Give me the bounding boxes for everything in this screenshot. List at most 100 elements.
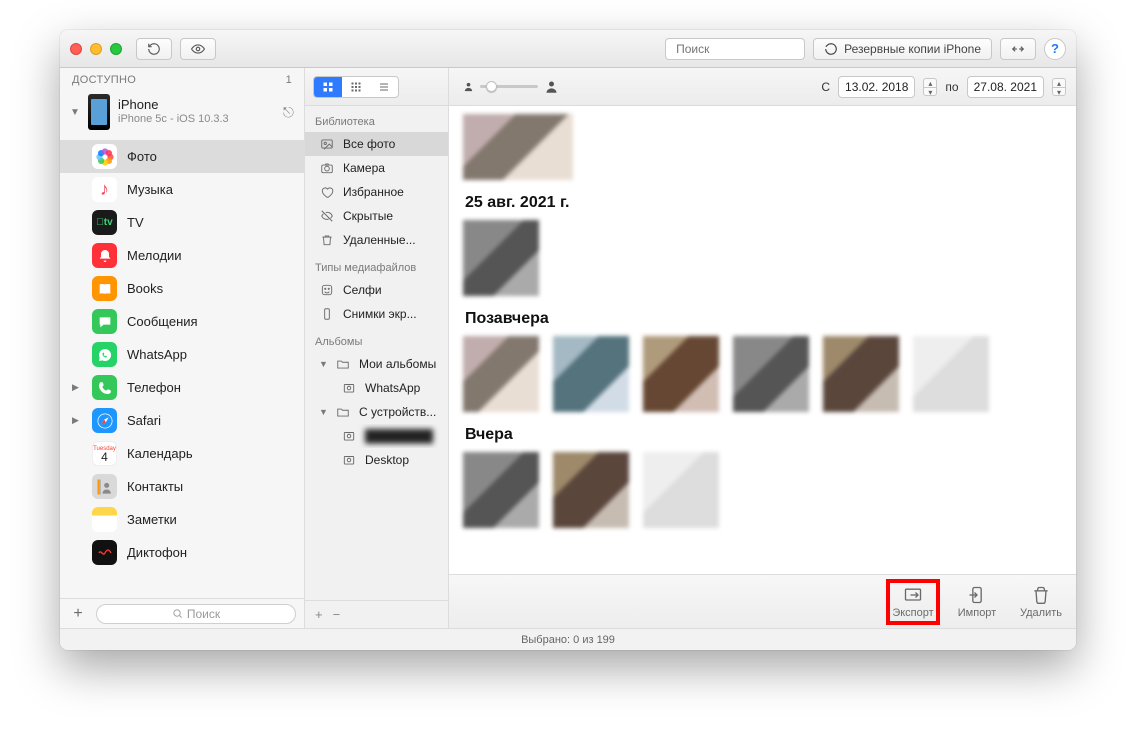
add-album-button[interactable]: + <box>315 607 323 622</box>
photo-gallery[interactable]: 25 авг. 2021 г.ПозавчераВчера <box>449 106 1076 574</box>
small-grid-view-icon[interactable] <box>342 77 370 97</box>
library-item[interactable]: Удаленные... <box>305 228 448 252</box>
transfer-button[interactable] <box>1000 38 1036 60</box>
person-large-icon <box>544 79 559 94</box>
trash-icon <box>1030 585 1052 605</box>
safari-icon <box>92 408 117 433</box>
remove-album-button[interactable]: − <box>333 607 341 622</box>
album-folder-label: С устройств... <box>359 405 436 419</box>
library-footer: + − <box>305 600 448 628</box>
sidebar-item-whatsapp[interactable]: WhatsApp <box>60 338 304 371</box>
album-item[interactable]: WhatsApp <box>305 376 448 400</box>
close-icon[interactable] <box>70 43 82 55</box>
album-icon <box>341 453 357 467</box>
photo-icon <box>319 137 335 151</box>
library-item[interactable]: Снимки экр... <box>305 302 448 326</box>
device-name: iPhone <box>118 98 275 112</box>
window-controls <box>70 43 122 55</box>
search-field[interactable] <box>665 38 805 60</box>
tv-icon: tv <box>92 210 117 235</box>
refresh-button[interactable] <box>136 38 172 60</box>
backups-button[interactable]: Резервные копии iPhone <box>813 38 992 60</box>
date-to-field[interactable]: 27.08. 2021 <box>967 76 1044 98</box>
photo-thumbnail[interactable] <box>823 336 899 412</box>
photo-thumbnail[interactable] <box>733 336 809 412</box>
voicememo-icon <box>92 540 117 565</box>
date-from-stepper[interactable]: ▴▾ <box>923 78 937 96</box>
search-input[interactable] <box>676 42 831 56</box>
date-to-stepper[interactable]: ▴▾ <box>1052 78 1066 96</box>
album-item[interactable]: ████████ <box>305 424 448 448</box>
sidebar-item-label: Safari <box>127 413 161 428</box>
library-item[interactable]: Скрытые <box>305 204 448 228</box>
library-item[interactable]: Селфи <box>305 278 448 302</box>
import-button[interactable]: Импорт <box>954 585 1000 619</box>
photo-thumbnail[interactable] <box>463 336 539 412</box>
slider-track[interactable] <box>480 85 538 88</box>
add-button[interactable]: + <box>68 605 88 623</box>
sidebar-item-safari[interactable]: ▶Safari <box>60 404 304 437</box>
album-item-label: WhatsApp <box>365 381 420 395</box>
view-mode-segment[interactable] <box>313 76 399 98</box>
sidebar-item-ringtones[interactable]: Мелодии <box>60 239 304 272</box>
content-area: С 13.02. 2018 ▴▾ по 27.08. 2021 ▴▾ 25 ав… <box>449 68 1076 628</box>
help-button[interactable]: ? <box>1044 38 1066 60</box>
sidebar-item-photos[interactable]: Фото <box>60 140 304 173</box>
sidebar-item-voicememo[interactable]: Диктофон <box>60 536 304 569</box>
date-from-field[interactable]: 13.02. 2018 <box>838 76 915 98</box>
photo-thumbnail[interactable] <box>463 220 539 296</box>
library-item-label: Удаленные... <box>343 233 416 247</box>
photo-thumbnail[interactable] <box>553 336 629 412</box>
sidebar-item-tv[interactable]: tvTV <box>60 206 304 239</box>
sidebar-item-label: Фото <box>127 149 157 164</box>
photo-thumbnail[interactable] <box>643 336 719 412</box>
album-item[interactable]: Desktop <box>305 448 448 472</box>
photo-thumbnail[interactable] <box>463 114 573 180</box>
photo-thumbnail[interactable] <box>913 336 989 412</box>
books-icon <box>92 276 117 301</box>
export-button[interactable]: Экспорт <box>890 583 936 621</box>
whatsapp-icon <box>92 342 117 367</box>
chevron-down-icon: ▼ <box>319 407 327 417</box>
zoom-slider[interactable] <box>463 79 559 94</box>
sidebar-item-phone[interactable]: ▶Телефон <box>60 371 304 404</box>
sidebar-item-contacts[interactable]: Контакты <box>60 470 304 503</box>
sidebar-item-messages[interactable]: Сообщения <box>60 305 304 338</box>
app-window: Резервные копии iPhone ? ДОСТУПНО 1 ▼ iP… <box>60 30 1076 650</box>
ringtones-icon <box>92 243 117 268</box>
minimize-icon[interactable] <box>90 43 102 55</box>
photo-thumbnail[interactable] <box>643 452 719 528</box>
thumbnail-row <box>463 220 1062 296</box>
library-item-label: Снимки экр... <box>343 307 417 321</box>
photo-thumbnail[interactable] <box>463 452 539 528</box>
delete-button[interactable]: Удалить <box>1018 585 1064 619</box>
sidebar-item-label: Диктофон <box>127 545 187 560</box>
trash-icon <box>319 233 335 247</box>
library-item[interactable]: Все фото <box>305 132 448 156</box>
sidebar-item-music[interactable]: ♪Музыка <box>60 173 304 206</box>
sidebar-search[interactable]: Поиск <box>96 604 296 624</box>
thumbnail-row <box>463 114 1062 180</box>
sidebar-item-calendar[interactable]: Tuesday4Календарь <box>60 437 304 470</box>
preview-button[interactable] <box>180 38 216 60</box>
photo-thumbnail[interactable] <box>553 452 629 528</box>
device-row[interactable]: ▼ iPhone iPhone 5c - iOS 10.3.3 ⎋ <box>60 90 304 138</box>
zoom-icon[interactable] <box>110 43 122 55</box>
sidebar-item-label: Телефон <box>127 380 181 395</box>
photos-icon <box>92 144 117 169</box>
chevron-down-icon: ▼ <box>319 359 327 369</box>
album-item-label: Desktop <box>365 453 409 467</box>
nav-list: Фото ♪МузыкаtvTVМелодииBooksСообщенияWha… <box>60 138 304 598</box>
messages-icon <box>92 309 117 334</box>
album-folder[interactable]: ▼ С устройств... <box>305 400 448 424</box>
date-from-label: С <box>821 80 830 94</box>
slider-thumb[interactable] <box>486 81 497 92</box>
import-icon <box>966 585 988 605</box>
library-item[interactable]: Камера <box>305 156 448 180</box>
library-item[interactable]: Избранное <box>305 180 448 204</box>
sidebar-item-books[interactable]: Books <box>60 272 304 305</box>
list-view-icon[interactable] <box>370 77 398 97</box>
album-folder[interactable]: ▼Мои альбомы <box>305 352 448 376</box>
grid-view-icon[interactable] <box>314 77 342 97</box>
sidebar-item-notes[interactable]: Заметки <box>60 503 304 536</box>
